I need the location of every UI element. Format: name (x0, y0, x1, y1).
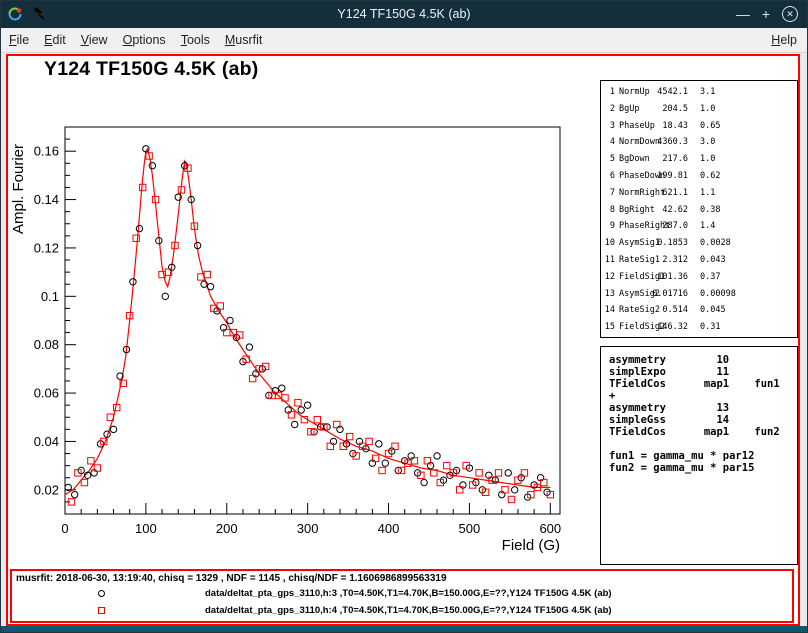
parameter-row: 2BgUp204.51.0 (601, 101, 797, 118)
bottom-bar (0, 626, 808, 633)
root-canvas[interactable]: Y124 TF150G 4.5K (ab) 010020030040050060… (6, 54, 800, 626)
close-icon: ✕ (786, 10, 794, 19)
menu-item-view[interactable]: View (81, 33, 108, 47)
svg-text:500: 500 (459, 521, 481, 536)
parameter-row: 13AsymSig20.017160.00098 (601, 286, 797, 303)
svg-text:0.06: 0.06 (34, 386, 59, 401)
theory-line: fun1 = gamma_mu * par12 (609, 450, 789, 462)
svg-text:200: 200 (216, 521, 238, 536)
theory-line: asymmetry 13 (609, 402, 789, 414)
title-bar: Y124 TF150G 4.5K (ab) — + ✕ (0, 0, 808, 28)
parameter-row: 4NormDown4360.33.0 (601, 134, 797, 151)
parameter-row: 5BgDown217.61.0 (601, 151, 797, 168)
parameter-row: 12FieldSig1101.360.37 (601, 269, 797, 286)
svg-text:Field (G): Field (G) (502, 537, 560, 554)
menu-item-file[interactable]: File (9, 33, 29, 47)
parameter-row: 6PhaseDown199.810.62 (601, 168, 797, 185)
svg-text:600: 600 (539, 521, 561, 536)
minimize-button[interactable]: — (736, 7, 750, 21)
svg-text:0: 0 (61, 521, 68, 536)
parameter-row: 1NormUp4542.13.1 (601, 84, 797, 101)
menu-item-edit[interactable]: Edit (44, 33, 66, 47)
theory-line: simplExpo 11 (609, 366, 789, 378)
theory-line: fun2 = gamma_mu * par15 (609, 462, 789, 474)
parameter-row: 9PhaseRight287.01.4 (601, 218, 797, 235)
theory-line: TFieldCos map1 fun2 (609, 426, 789, 438)
parameter-row: 10AsymSig10.18530.0028 (601, 235, 797, 252)
menu-bar: File Edit View Options Tools Musrfit Help (0, 28, 808, 53)
menu-bar-left: File Edit View Options Tools Musrfit (9, 31, 277, 49)
theory-line: + (609, 390, 789, 402)
svg-text:400: 400 (378, 521, 400, 536)
parameter-row: 8BgRight42.620.38 (601, 202, 797, 219)
parameter-table: 1NormUp4542.13.12BgUp204.51.03PhaseUp18.… (600, 80, 798, 338)
legend-marker-circle (98, 590, 105, 597)
svg-text:0.14: 0.14 (34, 192, 59, 207)
parameter-row: 15FieldSig2146.320.31 (601, 319, 797, 336)
parameter-row: 11RateSig12.3120.043 (601, 252, 797, 269)
application-window: Y124 TF150G 4.5K (ab) — + ✕ File Edit View… (0, 0, 808, 633)
window-title: Y124 TF150G 4.5K (ab) (0, 0, 808, 28)
legend-box: musrfit: 2018-06-30, 13:19:40, chisq = 1… (10, 569, 794, 623)
menu-item-options[interactable]: Options (123, 33, 166, 47)
window-controls: — + ✕ (736, 0, 798, 28)
fit-status-line: musrfit: 2018-06-30, 13:19:40, chisq = 1… (16, 573, 447, 584)
maximize-button[interactable]: + (762, 7, 770, 21)
svg-text:0.04: 0.04 (34, 434, 59, 449)
menu-item-musrfit[interactable]: Musrfit (225, 33, 263, 47)
menu-bar-right: Help (771, 31, 799, 49)
svg-text:0.1: 0.1 (41, 289, 59, 304)
legend-entry: data/deltat_pta_gps_3110,h:4 ,T0=4.50K,T… (12, 602, 792, 620)
parameter-row: 7NormRight621.11.1 (601, 185, 797, 202)
parameter-row: 14RateSig20.5140.045 (601, 302, 797, 319)
legend-marker-square (98, 607, 105, 614)
svg-text:0.16: 0.16 (34, 144, 59, 159)
close-button[interactable]: ✕ (782, 6, 798, 22)
svg-text:100: 100 (135, 521, 157, 536)
theory-line: TFieldCos map1 fun1 (609, 378, 789, 390)
menu-item-help[interactable]: Help (771, 33, 797, 47)
theory-line: asymmetry 10 (609, 354, 789, 366)
legend-entry: data/deltat_pta_gps_3110,h:3 ,T0=4.50K,T… (12, 585, 792, 603)
svg-text:0.12: 0.12 (34, 240, 59, 255)
svg-text:Ampl. Fourier: Ampl. Fourier (10, 144, 27, 234)
legend-entry-text: data/deltat_pta_gps_3110,h:4 ,T0=4.50K,T… (205, 605, 612, 616)
legend-entry-text: data/deltat_pta_gps_3110,h:3 ,T0=4.50K,T… (205, 588, 612, 599)
svg-text:0.02: 0.02 (34, 482, 59, 497)
plot-svg[interactable]: 0 100 200 300 400 500 600 0.02 0.04 0.06 0.08 0.1 0.… (8, 56, 600, 568)
theory-line (609, 438, 789, 450)
menu-item-tools[interactable]: Tools (181, 33, 210, 47)
parameter-row: 3PhaseUp18.430.65 (601, 118, 797, 135)
theory-box: asymmetry 10simplExpo 11TFieldCos map1 f… (600, 346, 798, 565)
svg-text:0.08: 0.08 (34, 337, 59, 352)
svg-text:300: 300 (297, 521, 319, 536)
theory-line: simpleGss 14 (609, 414, 789, 426)
